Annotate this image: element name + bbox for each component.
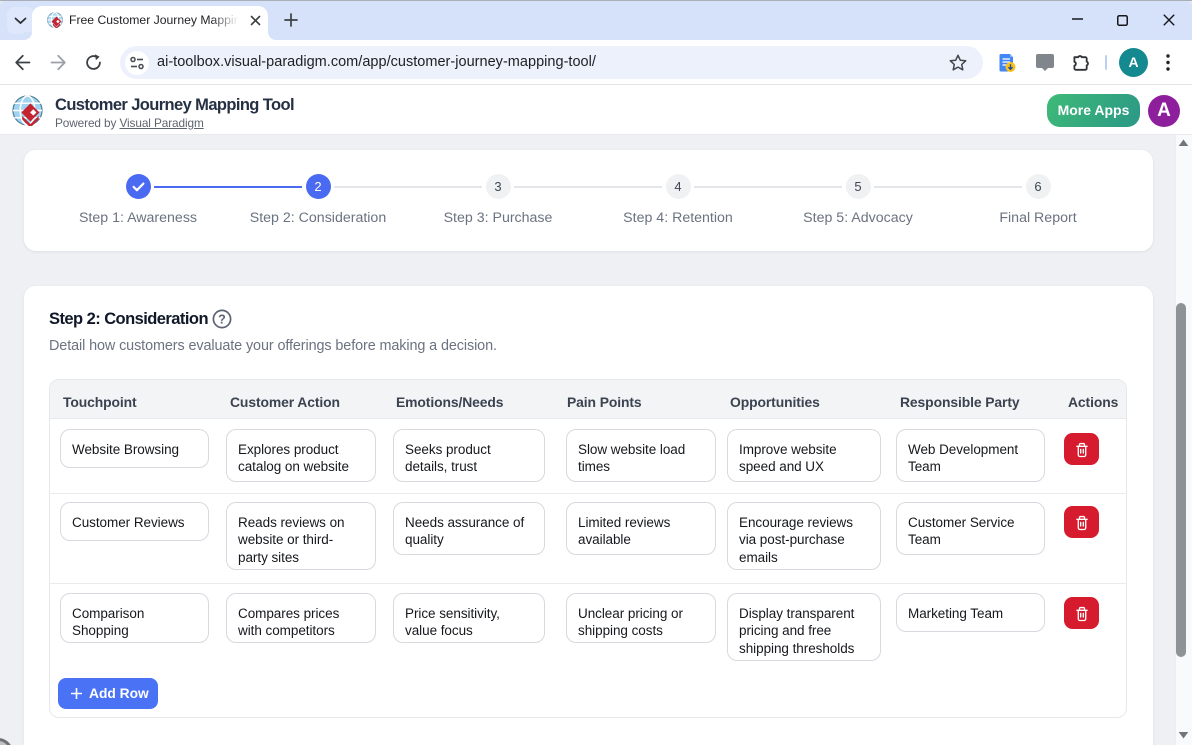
svg-text:?: ? [218,312,226,326]
